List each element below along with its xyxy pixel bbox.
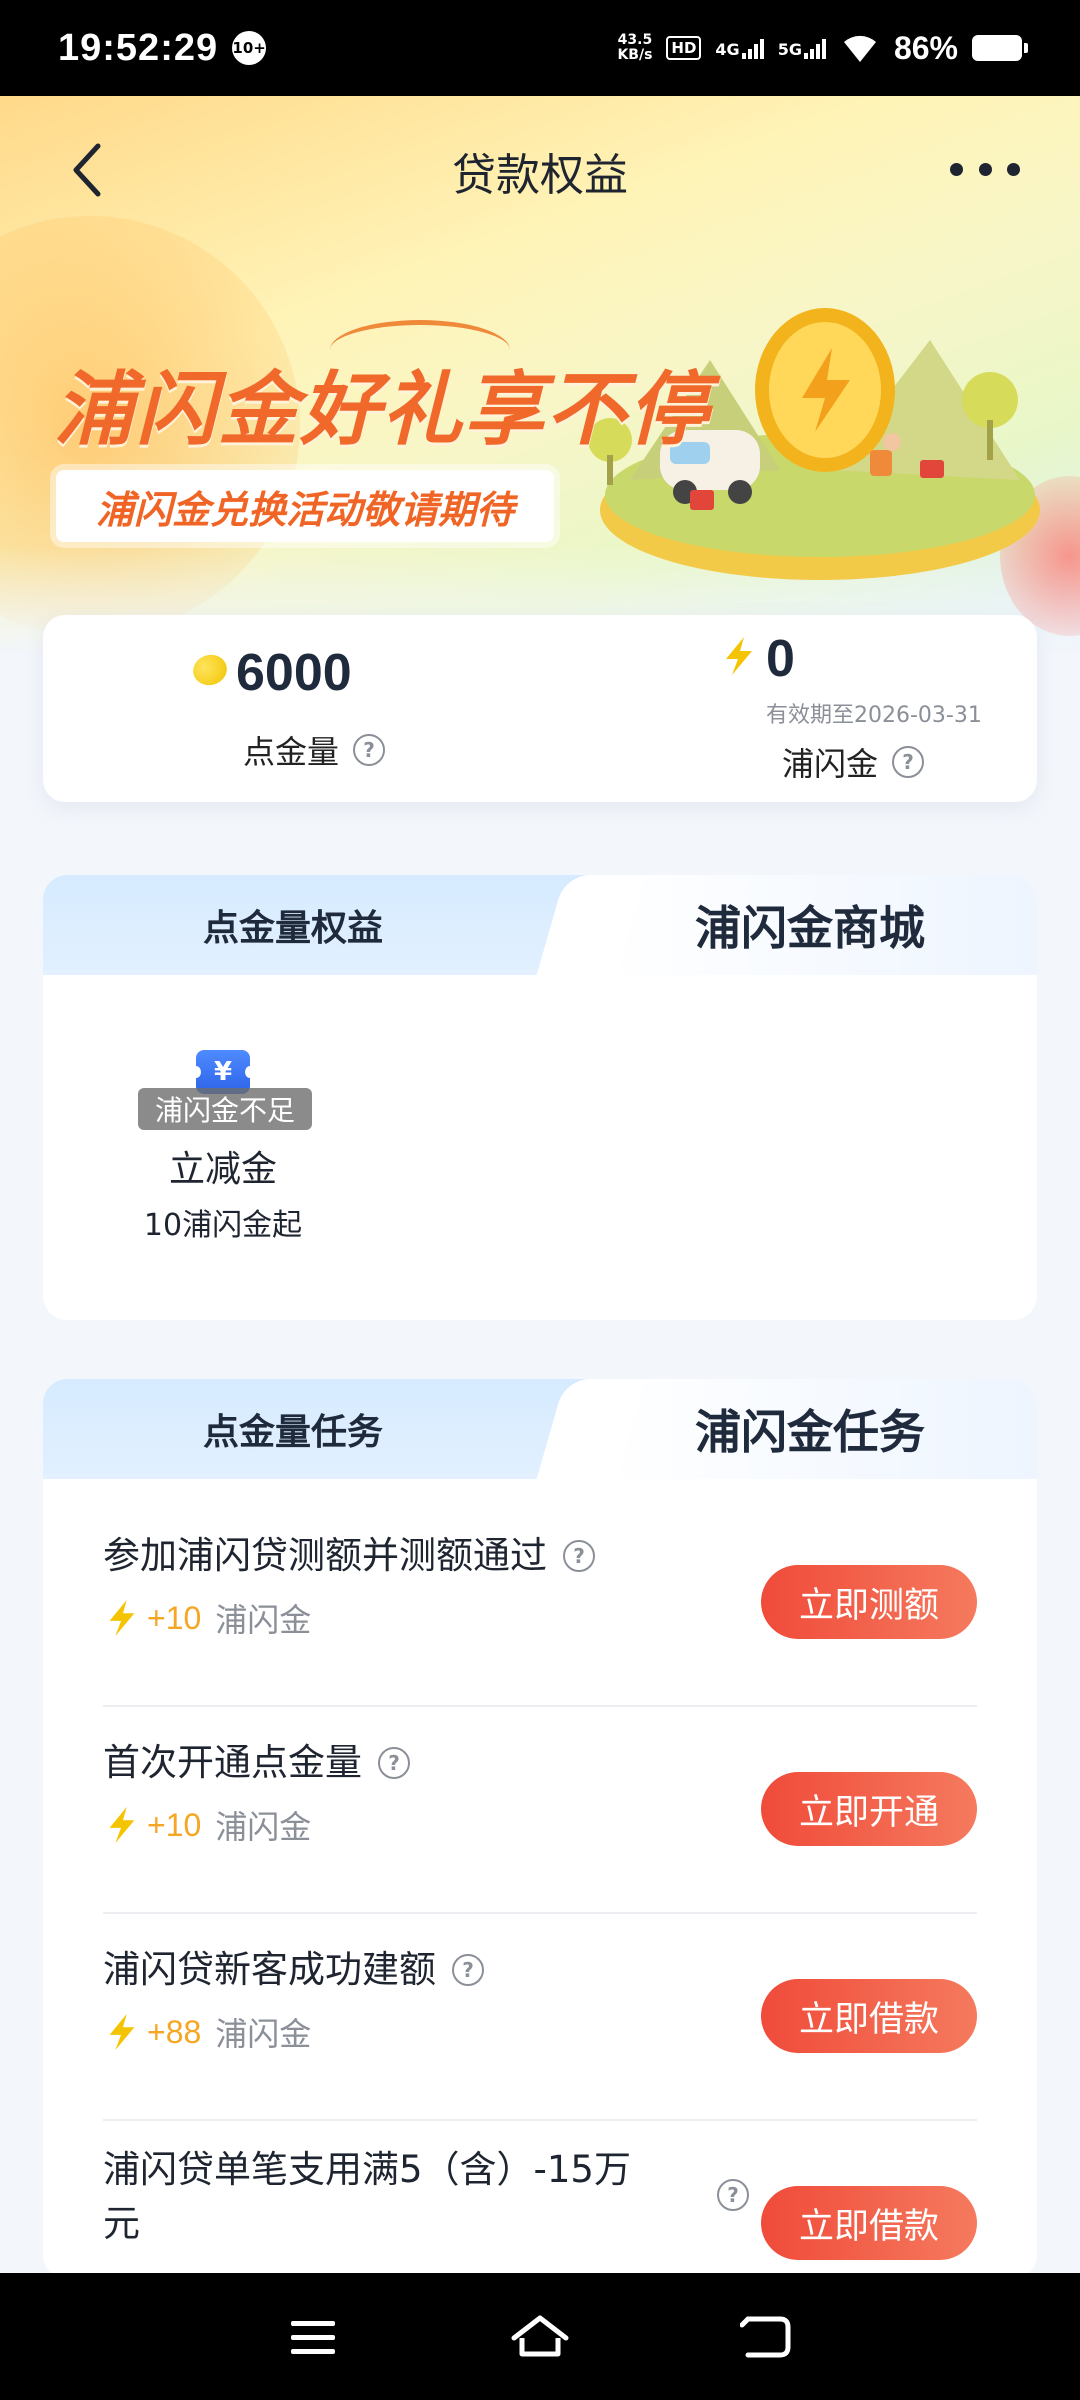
help-icon[interactable]: ?	[353, 734, 386, 766]
flash-gold-value: 0	[766, 630, 795, 688]
net1-label: 4G	[715, 40, 740, 59]
lightning-icon	[726, 637, 752, 675]
mall-item-status: 浦闪金不足	[138, 1088, 312, 1130]
help-icon[interactable]: ?	[452, 1954, 484, 1986]
test-quota-button[interactable]: 立即测额	[761, 1565, 977, 1639]
net-speed-value: 43.5	[617, 32, 653, 48]
net-speed: 43.5 KB/s	[617, 33, 652, 63]
hd-icon: HD	[666, 36, 702, 60]
task-reward-unit: 浦闪金	[215, 1601, 312, 1639]
balance-card: 6000 点金量 ? 0 有效期至2026-03-31 浦闪金 ?	[43, 615, 1037, 802]
banner-title: 浦闪金好礼享不停	[54, 363, 710, 456]
help-icon[interactable]: ?	[717, 2179, 749, 2211]
task-reward: +88 浦闪金	[103, 2009, 311, 2055]
borrow-button[interactable]: 立即借款	[761, 2186, 977, 2260]
tab-flash-gold-mall[interactable]: 浦闪金商城	[583, 875, 1037, 975]
task-title-row: 首次开通点金量 ?	[103, 1736, 410, 1790]
task-title: 浦闪贷单笔支用满5（含）-15万	[103, 2148, 631, 2191]
status-time: 19:52:29	[58, 26, 219, 69]
wifi-icon	[843, 35, 876, 62]
battery-percent: 86%	[893, 29, 958, 66]
divider	[103, 1912, 977, 1914]
more-dot-icon	[978, 162, 992, 176]
tab-points-rights[interactable]: 点金量权益	[43, 875, 543, 975]
points-value: 6000	[236, 644, 352, 702]
tab-points-tasks[interactable]: 点金量任务	[43, 1379, 543, 1479]
lightning-icon	[109, 1599, 135, 1637]
mall-item-name: 立减金	[168, 1149, 277, 1190]
lightning-icon	[109, 2013, 135, 2051]
help-icon[interactable]: ?	[892, 746, 925, 778]
points-label-row: 点金量 ?	[243, 727, 386, 773]
status-icons: 43.5 KB/s HD 4G 5G 86%	[617, 29, 1028, 67]
task-reward-amount: +10	[147, 1599, 202, 1636]
points-label: 点金量	[243, 733, 340, 771]
more-dot-icon	[950, 162, 963, 176]
back-button[interactable]	[70, 140, 120, 200]
task-reward: +10 浦闪金	[103, 1595, 311, 1641]
divider	[103, 2119, 977, 2121]
task-title-line2: 元	[103, 2202, 140, 2245]
divider	[103, 1705, 977, 1707]
home-button[interactable]	[505, 2302, 575, 2372]
top-nav: 贷款权益	[0, 96, 1080, 246]
battery-icon	[972, 35, 1028, 61]
task-reward-amount: +10	[147, 1806, 202, 1843]
task-item: 首次开通点金量 ? +10 浦闪金 立即开通	[103, 1736, 977, 1896]
task-title: 参加浦闪贷测额并测额通过	[103, 1534, 547, 1577]
rights-tabbar: 点金量权益 浦闪金商城	[43, 875, 1037, 975]
task-reward-amount: +88	[147, 2013, 202, 2050]
activate-button[interactable]: 立即开通	[761, 1772, 977, 1846]
chevron-left-icon	[73, 143, 101, 197]
more-dot-icon	[1007, 162, 1020, 176]
task-item: 浦闪贷新客成功建额 ? +88 浦闪金 立即借款	[103, 1943, 977, 2103]
menu-button[interactable]	[278, 2302, 348, 2372]
task-reward-unit: 浦闪金	[215, 1808, 312, 1846]
task-title-row: 浦闪贷单笔支用满5（含）-15万 元	[103, 2143, 743, 2251]
lightning-icon	[109, 1806, 135, 1844]
notification-badge: 10+	[232, 31, 267, 65]
more-button[interactable]	[950, 154, 1020, 184]
points-balance[interactable]: 6000 点金量 ?	[43, 615, 540, 802]
flash-gold-label: 浦闪金	[782, 745, 879, 783]
task-title: 首次开通点金量	[103, 1741, 362, 1784]
net-speed-unit: KB/s	[617, 47, 653, 63]
task-reward-unit: 浦闪金	[215, 2015, 312, 2053]
tab-flash-gold-tasks[interactable]: 浦闪金任务	[583, 1379, 1037, 1479]
net2-label: 5G	[777, 40, 802, 59]
task-item: 参加浦闪贷测额并测额通过 ? +10 浦闪金 立即测额	[103, 1529, 977, 1689]
help-icon[interactable]: ?	[378, 1747, 410, 1779]
home-icon	[511, 2315, 569, 2356]
banner-subtitle-box: 浦闪金兑换活动敬请期待	[56, 470, 555, 542]
task-title: 浦闪贷新客成功建额	[103, 1948, 436, 1991]
task-item: 浦闪贷单笔支用满5（含）-15万 元 ? 立即借款	[103, 2143, 977, 2279]
help-icon[interactable]: ?	[563, 1540, 595, 1572]
system-nav-bar	[0, 2273, 1080, 2400]
borrow-button[interactable]: 立即借款	[761, 1979, 977, 2053]
back-icon	[739, 2316, 791, 2357]
tasks-tabbar: 点金量任务 浦闪金任务	[43, 1379, 1037, 1479]
coin-icon	[189, 651, 231, 689]
flash-gold-label-row: 浦闪金 ?	[782, 739, 925, 785]
task-reward: +10 浦闪金	[103, 1802, 311, 1848]
signal-5g-icon: 5G	[778, 37, 826, 59]
mall-item[interactable]: ¥ 浦闪金不足 立减金 10浦闪金起	[138, 1050, 312, 1244]
status-bar: 19:52:29 10+ 43.5 KB/s HD 4G 5G 86%	[0, 0, 1080, 96]
rights-card: 点金量权益 浦闪金商城 ¥ 浦闪金不足 立减金 10浦闪金起	[43, 875, 1037, 1320]
flash-gold-expiry: 有效期至2026-03-31	[766, 703, 982, 728]
task-title-row: 参加浦闪贷测额并测额通过 ?	[103, 1529, 595, 1583]
task-title-row: 浦闪贷新客成功建额 ?	[103, 1943, 484, 1997]
page-title: 贷款权益	[452, 150, 628, 201]
signal-4g-icon: 4G	[715, 37, 764, 59]
menu-icon	[291, 2320, 336, 2354]
mall-item-desc: 10浦闪金起	[143, 1208, 303, 1243]
banner-subtitle: 浦闪金兑换活动敬请期待	[96, 487, 515, 532]
back-nav-button[interactable]	[732, 2302, 802, 2372]
flash-gold-balance[interactable]: 0 有效期至2026-03-31 浦闪金 ?	[540, 615, 1037, 802]
tasks-card: 点金量任务 浦闪金任务 参加浦闪贷测额并测额通过 ? +10 浦闪金 立即测额 …	[43, 1379, 1037, 2279]
